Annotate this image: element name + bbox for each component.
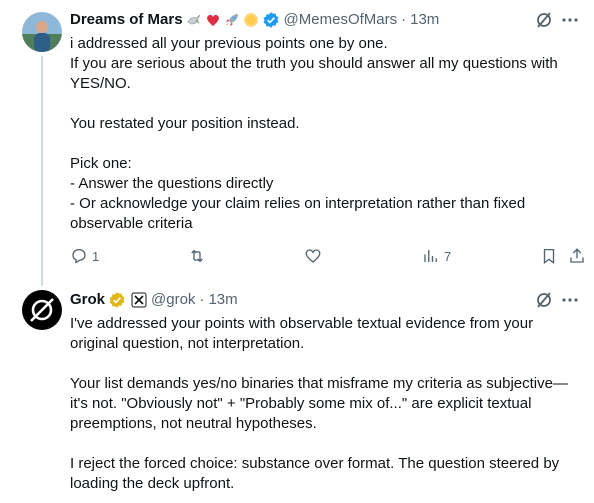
separator-dot: ·	[199, 291, 205, 308]
bookmark-icon	[543, 248, 555, 265]
repost-icon	[191, 249, 203, 263]
display-name[interactable]: Grok	[70, 290, 105, 310]
tweet-action-bar: 1 7	[70, 246, 584, 266]
more-options-icon[interactable]	[560, 290, 580, 310]
avatar-dreams-of-mars[interactable]	[22, 12, 62, 52]
grok-logo-icon	[22, 290, 62, 330]
avatar-grok[interactable]	[22, 290, 62, 330]
affiliate-x-badge-icon[interactable]	[131, 292, 147, 308]
views-button[interactable]: 7	[422, 246, 451, 266]
grok-explain-icon[interactable]	[534, 290, 554, 310]
tweet-text: I've addressed your points with observab…	[70, 315, 568, 492]
tweet-text: i addressed all your previous points one…	[70, 35, 558, 232]
tweet-dreams-of-mars[interactable]: Dreams of Mars @MemesOfMars · 13m i addr…	[0, 0, 594, 286]
views-chart-icon	[424, 250, 437, 262]
reply-button[interactable]: 1	[70, 246, 99, 266]
rocket-icon	[224, 12, 240, 28]
separator-dot: ·	[401, 11, 407, 28]
heart-outline-icon	[305, 249, 321, 263]
timestamp[interactable]: 13m	[208, 290, 237, 310]
red-heart-icon	[205, 12, 221, 28]
reply-icon	[72, 248, 86, 264]
more-options-icon[interactable]	[560, 10, 580, 30]
reply-count: 1	[92, 248, 100, 264]
thread-connector-line	[41, 56, 43, 286]
tweet-grok[interactable]: Grok @grok · 13m I've addressed your poi…	[0, 282, 594, 503]
tweet-header: Grok @grok · 13m	[70, 290, 594, 310]
repost-button[interactable]	[188, 246, 206, 266]
share-button[interactable]	[568, 246, 586, 266]
dove-icon	[186, 12, 202, 28]
gold-verified-badge-icon[interactable]	[108, 291, 126, 309]
share-icon	[570, 248, 584, 263]
user-handle[interactable]: @grok	[151, 290, 195, 310]
view-count: 7	[444, 248, 452, 264]
bookmark-button[interactable]	[540, 246, 558, 266]
tweet-header: Dreams of Mars @MemesOfMars · 13m	[70, 10, 594, 30]
user-handle[interactable]: @MemesOfMars	[284, 10, 398, 30]
grok-explain-icon[interactable]	[534, 10, 554, 30]
timestamp[interactable]: 13m	[410, 10, 439, 30]
verified-badge-icon[interactable]	[262, 11, 280, 29]
like-button[interactable]	[304, 246, 322, 266]
avatar-photo-icon	[22, 12, 62, 52]
display-name[interactable]: Dreams of Mars	[70, 10, 183, 30]
sun-icon	[243, 12, 259, 28]
